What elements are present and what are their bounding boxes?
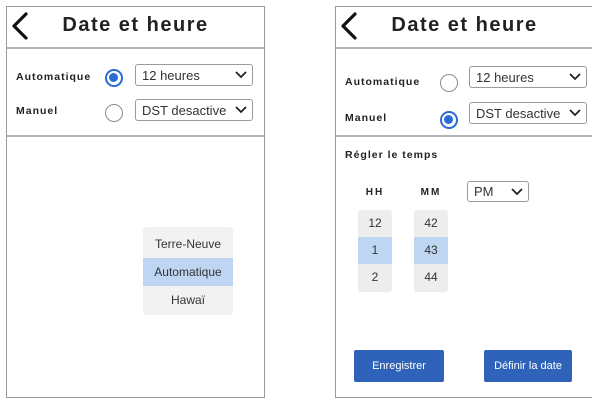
- dst-select[interactable]: DST desactive: [469, 102, 587, 124]
- auto-row: Automatique 12 heures: [336, 66, 592, 97]
- minute-picker[interactable]: 42 43 44: [414, 210, 448, 292]
- auto-label: Automatique: [345, 76, 421, 88]
- left-screen: Date et heure Automatique 12 heures Manu…: [6, 6, 265, 398]
- auto-format-select[interactable]: 12 heures: [135, 64, 253, 86]
- hour-option-selected[interactable]: 1: [358, 237, 392, 264]
- minute-option-selected[interactable]: 43: [414, 237, 448, 264]
- set-date-button[interactable]: Définir la date: [484, 350, 572, 382]
- page-title: Date et heure: [62, 14, 209, 36]
- minute-option[interactable]: 44: [414, 264, 448, 291]
- timezone-dropdown: Terre-Neuve Automatique Hawaï: [143, 227, 233, 315]
- header: Date et heure: [336, 7, 592, 49]
- set-time-heading: Régler le temps: [345, 149, 439, 161]
- hour-option[interactable]: 2: [358, 264, 392, 291]
- dst-select[interactable]: DST desactive: [135, 99, 253, 121]
- header: Date et heure: [7, 7, 264, 49]
- auto-format-select[interactable]: 12 heures: [469, 66, 587, 88]
- auto-radio[interactable]: [105, 69, 123, 87]
- minutes-heading: MM: [420, 187, 442, 198]
- chevron-down-icon: [511, 188, 523, 196]
- save-button[interactable]: Enregistrer: [354, 350, 444, 382]
- dropdown-option-selected[interactable]: Automatique: [143, 258, 233, 286]
- hour-option[interactable]: 12: [358, 210, 392, 237]
- ampm-value: PM: [474, 184, 494, 199]
- auto-format-value: 12 heures: [476, 70, 534, 85]
- auto-format-value: 12 heures: [142, 68, 200, 83]
- chevron-down-icon: [569, 73, 581, 81]
- dropdown-option[interactable]: Terre-Neuve: [143, 230, 233, 258]
- hour-picker[interactable]: 12 1 2: [358, 210, 392, 292]
- chevron-down-icon: [235, 106, 247, 114]
- minute-option[interactable]: 42: [414, 210, 448, 237]
- ampm-select[interactable]: PM: [467, 181, 529, 202]
- manual-radio[interactable]: [440, 111, 458, 129]
- page-title: Date et heure: [391, 14, 538, 36]
- chevron-down-icon: [569, 109, 581, 117]
- auto-row: Automatique 12 heures: [7, 63, 264, 93]
- right-screen: Date et heure Automatique 12 heures Manu…: [335, 6, 592, 398]
- auto-label: Automatique: [16, 71, 92, 83]
- manual-row: Manuel DST desactive: [7, 99, 264, 129]
- manual-label: Manuel: [345, 112, 388, 124]
- manual-label: Manuel: [16, 105, 59, 117]
- auto-radio[interactable]: [440, 74, 458, 92]
- chevron-down-icon: [235, 71, 247, 79]
- dropdown-option[interactable]: Hawaï: [143, 286, 233, 314]
- dst-value: DST desactive: [476, 106, 561, 121]
- dst-value: DST desactive: [142, 103, 227, 118]
- mode-options: Automatique 12 heures Manuel DST desacti…: [7, 49, 264, 137]
- manual-radio[interactable]: [105, 104, 123, 122]
- hours-heading: HH: [365, 187, 385, 198]
- mode-options: Automatique 12 heures Manuel DST desacti…: [336, 49, 592, 137]
- manual-row: Manuel DST desactive: [336, 102, 592, 135]
